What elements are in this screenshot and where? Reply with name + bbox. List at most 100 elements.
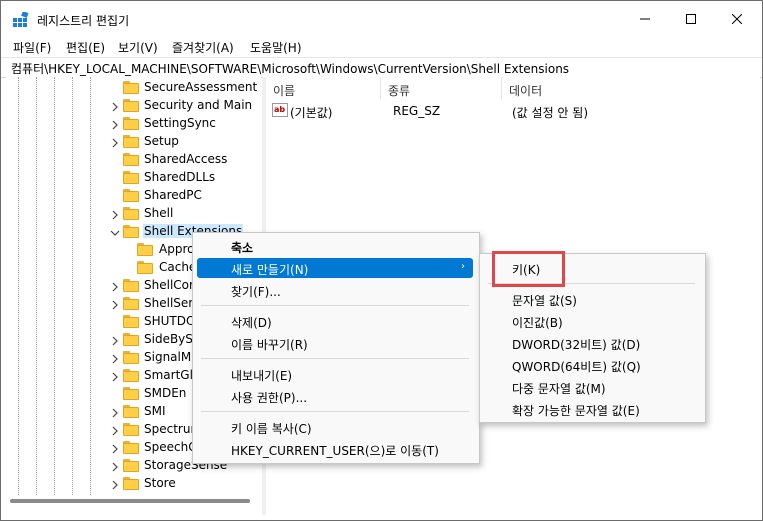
menu-item-string-value[interactable]: 문자열 값(S)	[484, 289, 699, 309]
folder-icon	[123, 369, 139, 382]
registry-editor-window: 레지스트리 편집기 파일(F) 편집(E) 보기(V) 즐겨찾기(A) 도움말(…	[0, 0, 763, 521]
tree-item-label: SharedAccess	[144, 152, 228, 166]
list-item[interactable]: ab (기본값) REG_SZ (값 설정 안 됨)	[266, 101, 760, 121]
menu-item-label: 찾기(F)...	[231, 285, 281, 299]
chevron-right-icon: ›	[461, 261, 465, 272]
chevron-right-icon[interactable]	[110, 101, 120, 112]
folder-icon	[137, 261, 153, 274]
chevron-right-icon[interactable]	[110, 137, 120, 148]
folder-icon	[123, 297, 139, 310]
menu-separator	[201, 411, 469, 412]
tree-item-label: Shell	[144, 206, 174, 220]
folder-icon	[123, 423, 139, 436]
tree-item[interactable]: Setup	[6, 133, 261, 151]
menu-item-collapse[interactable]: 축소	[197, 236, 473, 256]
tree-item[interactable]: SecureAssessment	[6, 79, 261, 97]
menu-item-rename[interactable]: 이름 바꾸기(R)	[197, 333, 473, 353]
registry-app-icon	[13, 11, 29, 28]
menu-item-new[interactable]: 새로 만들기(N) ›	[197, 258, 473, 278]
folder-icon	[123, 99, 139, 112]
menu-item-expandable-string-value[interactable]: 확장 가능한 문자열 값(E)	[484, 399, 699, 419]
tree-item-label: SpeechG	[144, 440, 198, 454]
menu-item-label: DWORD(32비트) 값(D)	[512, 338, 641, 352]
tree-item[interactable]: SharedAccess	[6, 151, 261, 169]
address-bar[interactable]: 컴퓨터\HKEY_LOCAL_MACHINE\SOFTWARE\Microsof…	[1, 57, 762, 78]
folder-icon	[123, 153, 139, 166]
maximize-button[interactable]	[668, 1, 714, 37]
menu-item-label: HKEY_CURRENT_USER(으)로 이동(T)	[231, 444, 439, 458]
tree-item[interactable]: Store	[6, 475, 261, 493]
menu-help[interactable]: 도움말(H)	[250, 39, 302, 56]
menu-item-permissions[interactable]: 사용 권한(P)...	[197, 386, 473, 406]
menu-item-multi-string-value[interactable]: 다중 문자열 값(M)	[484, 377, 699, 397]
menu-item-qword-value[interactable]: QWORD(64비트) 값(Q)	[484, 355, 699, 375]
title-bar: 레지스트리 편집기	[1, 1, 762, 37]
column-header-name[interactable]: 이름	[266, 77, 380, 99]
menu-item-label: 이진값(B)	[512, 316, 563, 330]
value-name: (기본값)	[290, 106, 333, 120]
tree-item-label: Appro	[159, 242, 195, 256]
value-type: REG_SZ	[393, 104, 441, 118]
chevron-right-icon[interactable]	[110, 371, 120, 382]
folder-icon	[123, 117, 139, 130]
chevron-right-icon[interactable]	[110, 425, 120, 436]
tree-item-label: Security and Main	[144, 98, 253, 112]
menu-item-goto-hkcu[interactable]: HKEY_CURRENT_USER(으)로 이동(T)	[197, 439, 473, 459]
menu-item-label: 키 이름 복사(C)	[231, 422, 312, 436]
menu-item-label: 축소	[231, 241, 254, 255]
tree-item-label: SMDEn	[144, 386, 187, 400]
menu-item-delete[interactable]: 삭제(D)	[197, 311, 473, 331]
chevron-right-icon[interactable]	[110, 407, 120, 418]
minimize-button[interactable]	[622, 1, 668, 37]
menu-view[interactable]: 보기(V)	[118, 39, 158, 56]
window-title: 레지스트리 편집기	[37, 14, 130, 28]
column-label: 이름	[273, 84, 296, 98]
close-button[interactable]	[714, 1, 760, 37]
chevron-right-icon[interactable]	[110, 443, 120, 454]
folder-icon	[123, 333, 139, 346]
column-header-data[interactable]: 데이터	[502, 77, 752, 99]
menu-item-dword-value[interactable]: DWORD(32비트) 값(D)	[484, 333, 699, 353]
chevron-right-icon[interactable]	[110, 209, 120, 220]
menu-file[interactable]: 파일(F)	[13, 39, 51, 56]
menu-favorites[interactable]: 즐겨찾기(A)	[172, 39, 234, 56]
tree-item[interactable]: Shell	[6, 205, 261, 223]
menu-item-label: 문자열 값(S)	[512, 294, 577, 308]
column-header-type[interactable]: 종류	[381, 77, 501, 99]
tree-item[interactable]: SettingSync	[6, 115, 261, 133]
tree-item-label: SideBySi	[144, 332, 197, 346]
tree-item[interactable]: SharedPC	[6, 187, 261, 205]
scrollbar-thumb[interactable]	[10, 499, 250, 503]
tree-item-label: SMI	[144, 404, 166, 418]
folder-icon	[123, 477, 139, 490]
chevron-right-icon[interactable]	[110, 119, 120, 130]
menu-item-export[interactable]: 내보내기(E)	[197, 364, 473, 384]
folder-icon	[123, 459, 139, 472]
chevron-down-icon[interactable]	[110, 227, 120, 237]
menu-separator	[201, 358, 469, 359]
chevron-right-icon[interactable]	[110, 461, 120, 472]
chevron-right-icon[interactable]	[110, 335, 120, 346]
menu-edit[interactable]: 편집(E)	[66, 39, 105, 56]
folder-icon	[123, 207, 139, 220]
chevron-right-icon[interactable]	[110, 479, 120, 490]
column-label: 종류	[388, 84, 411, 98]
tree-item[interactable]: Security and Main	[6, 97, 261, 115]
tree-item[interactable]: SharedDLLs	[6, 169, 261, 187]
menu-item-label: 새로 만들기(N)	[231, 263, 309, 277]
chevron-right-icon[interactable]	[110, 353, 120, 364]
close-icon	[732, 14, 742, 24]
menu-item-find[interactable]: 찾기(F)...	[197, 280, 473, 300]
chevron-right-icon[interactable]	[110, 299, 120, 310]
folder-icon	[123, 315, 139, 328]
folder-icon	[123, 405, 139, 418]
menu-item-label: QWORD(64비트) 값(Q)	[512, 360, 641, 374]
chevron-right-icon[interactable]	[110, 281, 120, 292]
menu-item-label: 다중 문자열 값(M)	[512, 382, 606, 396]
folder-icon	[123, 441, 139, 454]
tree-horizontal-scrollbar[interactable]	[6, 495, 261, 515]
menu-item-copy-key-name[interactable]: 키 이름 복사(C)	[197, 417, 473, 437]
menu-item-label: 내보내기(E)	[231, 369, 293, 383]
menu-item-binary-value[interactable]: 이진값(B)	[484, 311, 699, 331]
menu-item-label: 삭제(D)	[231, 316, 272, 330]
